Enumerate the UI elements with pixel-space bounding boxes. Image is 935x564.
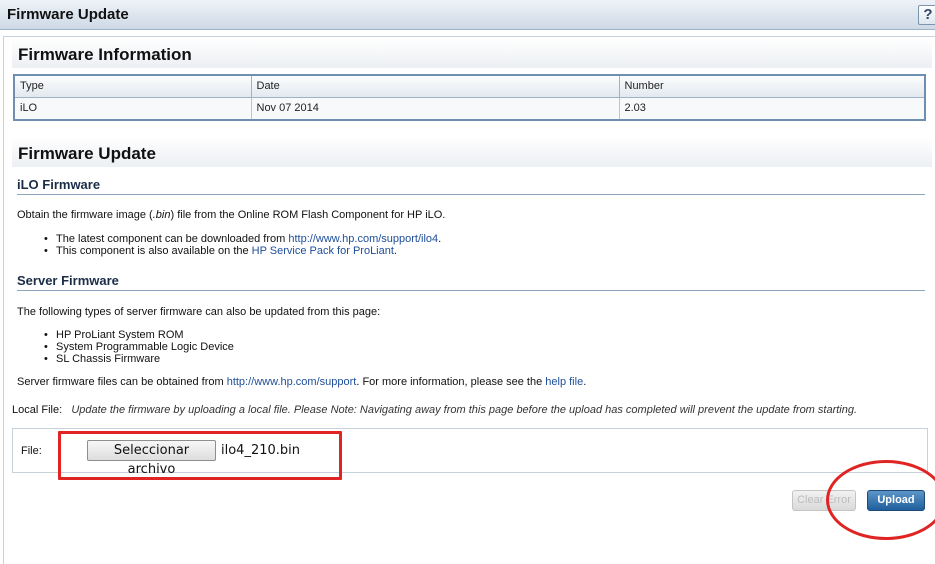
clear-error-button[interactable]: Clear Error	[792, 490, 856, 511]
table-header-row: Type Date Number	[13, 74, 926, 98]
file-upload-box: File: Seleccionar archivo ilo4_210.bin	[12, 428, 928, 477]
service-pack-link[interactable]: HP Service Pack for ProLiant	[252, 245, 394, 257]
window-title: Firmware Update	[7, 6, 129, 23]
list-item: HP ProLiant System ROM	[44, 329, 234, 341]
upload-button[interactable]: Upload	[867, 490, 925, 511]
chosen-file-name: ilo4_210.bin	[221, 443, 300, 458]
window-titlebar: Firmware Update ?	[0, 0, 935, 30]
hp-support-link[interactable]: http://www.hp.com/support	[227, 376, 357, 388]
server-intro: The following types of server firmware c…	[17, 306, 381, 318]
table-row: iLO Nov 07 2014 2.03	[13, 96, 926, 121]
server-firmware-list: HP ProLiant System ROM System Programmab…	[44, 329, 234, 365]
column-type[interactable]: Type	[13, 74, 252, 98]
cell-date: Nov 07 2014	[250, 96, 620, 121]
help-file-link[interactable]: help file	[545, 376, 583, 388]
ilo4-support-link[interactable]: http://www.hp.com/support/ilo4	[288, 233, 438, 245]
ilo-firmware-heading: iLO Firmware	[17, 177, 925, 195]
help-button[interactable]: ?	[918, 5, 935, 25]
cell-type: iLO	[13, 96, 252, 121]
column-number[interactable]: Number	[618, 74, 926, 98]
choose-file-button[interactable]: Seleccionar archivo	[87, 440, 216, 477]
column-date[interactable]: Date	[250, 74, 620, 98]
list-item: SL Chassis Firmware	[44, 353, 234, 365]
ilo-intro: Obtain the firmware image (.bin) file fr…	[17, 209, 446, 221]
local-file-description: Update the firmware by uploading a local…	[71, 404, 858, 416]
server-firmware-heading: Server Firmware	[17, 273, 925, 291]
list-item: This component is also available on the …	[44, 245, 441, 257]
ilo-bullet-list: The latest component can be downloaded f…	[44, 233, 441, 257]
local-file-note: Local File: Update the firmware by uploa…	[12, 404, 857, 416]
list-item: The latest component can be downloaded f…	[44, 233, 441, 245]
firmware-update-header: Firmware Update	[12, 137, 932, 167]
server-files-text: Server firmware files can be obtained fr…	[17, 376, 587, 388]
firmware-information-header: Firmware Information	[12, 38, 932, 68]
cell-number: 2.03	[618, 96, 926, 121]
firmware-info-table: Type Date Number iLO Nov 07 2014 2.03	[13, 74, 926, 121]
local-file-label: Local File:	[12, 404, 63, 416]
list-item: System Programmable Logic Device	[44, 341, 234, 353]
bin-extension: .bin	[152, 209, 171, 221]
file-label: File:	[21, 445, 42, 457]
